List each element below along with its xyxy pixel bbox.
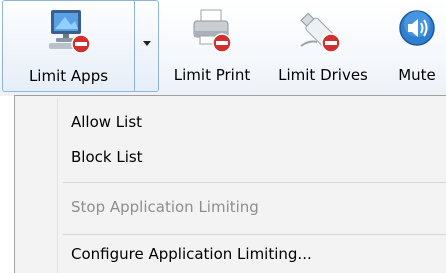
limit-drives-label: Limit Drives (278, 66, 368, 84)
usb-drive-block-icon (295, 6, 351, 56)
limit-apps-dropdown-menu: Allow List Block List Stop Application L… (14, 95, 446, 273)
menu-separator (63, 234, 446, 235)
mute-label: Mute (398, 66, 436, 84)
limit-apps-dropdown-button[interactable] (134, 0, 159, 92)
menu-gutter-divider (57, 98, 58, 273)
toolbar: Limit Apps Limit Print Limit Drives Mute (0, 0, 446, 96)
limit-apps-label: Limit Apps (28, 67, 109, 85)
limit-print-button[interactable]: Limit Print (163, 0, 261, 92)
menu-item-configure-application-limiting[interactable]: Configure Application Limiting... (71, 241, 446, 267)
chevron-down-icon (143, 41, 151, 46)
mute-button[interactable]: Mute (388, 0, 446, 92)
menu-separator (63, 182, 446, 183)
computer-block-icon (41, 7, 97, 57)
limit-apps-button[interactable]: Limit Apps (2, 0, 134, 92)
menu-item-allow-list[interactable]: Allow List (71, 109, 446, 135)
limit-drives-button[interactable]: Limit Drives (268, 0, 378, 92)
speaker-icon (389, 6, 445, 56)
printer-block-icon (184, 6, 240, 56)
menu-item-stop-application-limiting: Stop Application Limiting (71, 198, 259, 216)
menu-item-block-list[interactable]: Block List (71, 144, 446, 170)
limit-print-label: Limit Print (173, 66, 251, 84)
